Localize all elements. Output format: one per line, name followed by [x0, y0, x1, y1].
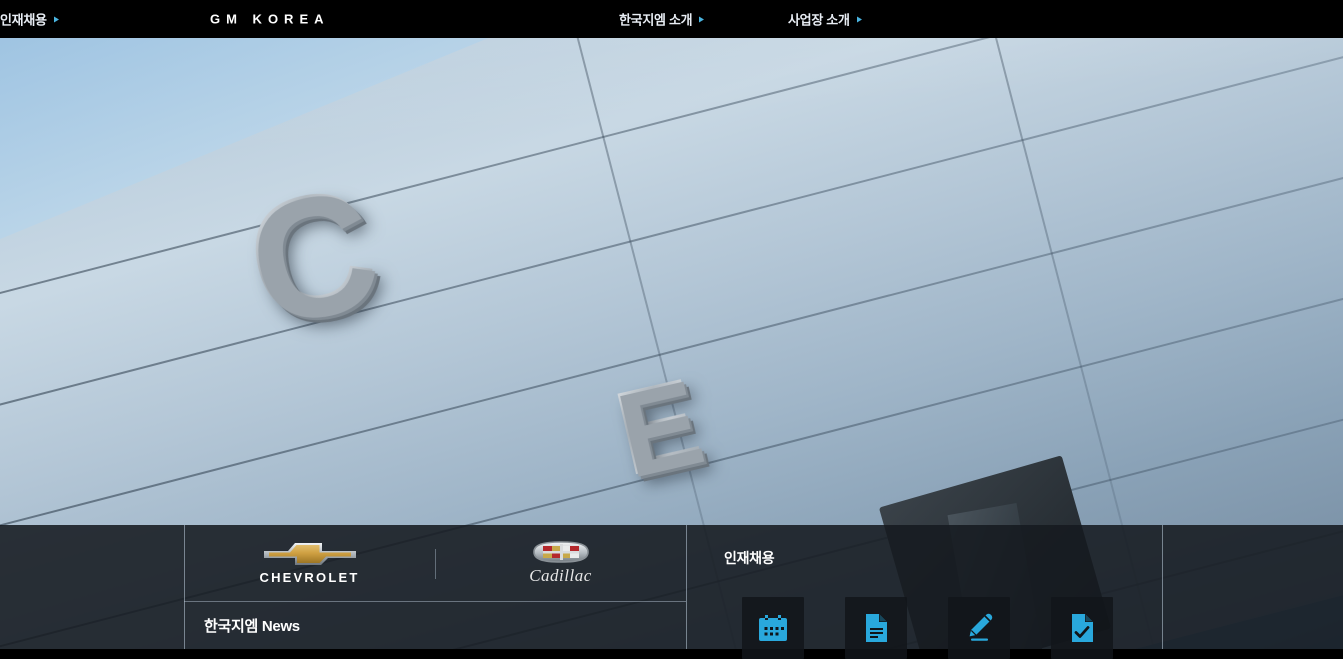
recruitment-section: 인재채용	[686, 525, 1162, 659]
bottom-overlay-panel: CHEVROLET Cadillac 한국지엠 News 인재채용	[0, 525, 1343, 659]
chevrolet-bowtie-icon	[262, 541, 358, 567]
top-navigation-bar: GM KOREA 한국지엠 소개 사업장 소개 인재채용	[0, 0, 1343, 38]
recruit-action-confirm[interactable]	[1051, 597, 1113, 659]
caret-right-icon	[856, 16, 862, 22]
panel-divider-right	[1162, 525, 1163, 649]
document-check-icon	[1066, 612, 1098, 644]
brand-link-chevrolet[interactable]: CHEVROLET	[184, 541, 435, 585]
recruit-action-document[interactable]	[845, 597, 907, 659]
recruit-action-edit[interactable]	[948, 597, 1010, 659]
nav-item-recruitment[interactable]: 인재채용	[0, 10, 59, 29]
nav-item-label: 한국지엠 소개	[619, 12, 693, 28]
caret-right-icon	[699, 16, 705, 22]
nav-item-about-gm-korea[interactable]: 한국지엠 소개	[619, 10, 705, 29]
document-lines-icon	[860, 612, 892, 644]
brand-label-chevrolet: CHEVROLET	[259, 570, 360, 585]
nav-item-label: 인재채용	[0, 12, 47, 28]
brand-label-cadillac: Cadillac	[529, 566, 592, 585]
recruit-action-calendar[interactable]	[742, 597, 804, 659]
pencil-edit-icon	[963, 612, 995, 644]
site-logo-gm-korea[interactable]: GM KOREA	[210, 12, 330, 27]
recruitment-icon-row	[742, 597, 1113, 659]
brand-logo-row: CHEVROLET Cadillac	[184, 525, 686, 601]
news-section[interactable]: 한국지엠 News	[184, 602, 686, 649]
brand-link-cadillac[interactable]: Cadillac	[435, 540, 686, 586]
nav-item-business-sites[interactable]: 사업장 소개	[788, 10, 862, 29]
recruitment-title: 인재채용	[724, 550, 775, 566]
caret-right-icon	[53, 16, 59, 22]
news-section-title: 한국지엠 News	[204, 618, 300, 635]
cadillac-crest-icon	[526, 540, 596, 564]
nav-item-label: 사업장 소개	[788, 12, 850, 28]
calendar-icon	[757, 612, 789, 644]
